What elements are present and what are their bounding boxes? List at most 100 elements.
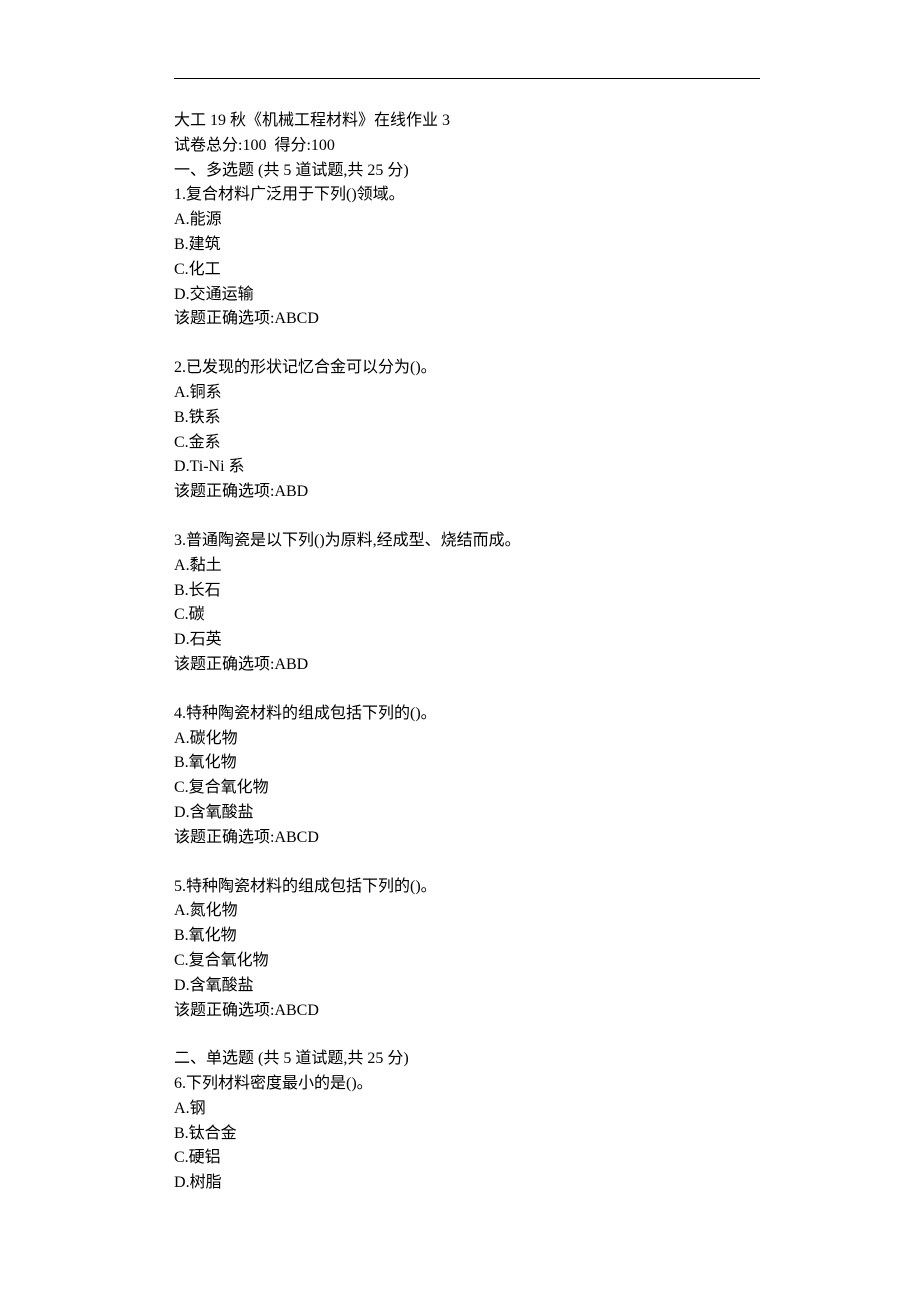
option-label: B — [174, 754, 185, 771]
option-text: 复合氧化物 — [189, 779, 269, 796]
score-line: 试卷总分:100 得分:100 — [174, 134, 760, 159]
answer-value: ABCD — [274, 310, 318, 327]
answer-line: 该题正确选项:ABCD — [174, 826, 760, 851]
blank-line — [174, 505, 760, 529]
option-text: 建筑 — [189, 236, 221, 253]
option-text: 金系 — [189, 434, 221, 451]
option-line: B.铁系 — [174, 406, 760, 431]
option-line: D.树脂 — [174, 1171, 760, 1196]
option-label: A — [174, 384, 186, 401]
option-text: 氧化物 — [189, 754, 237, 771]
option-label: B — [174, 582, 185, 599]
option-text: 钛合金 — [189, 1125, 237, 1142]
question-stem: 6.下列材料密度最小的是()。 — [174, 1072, 760, 1097]
document-page: 大工 19 秋《机械工程材料》在线作业 3 试卷总分:100 得分:100 一、… — [0, 0, 920, 1302]
option-text: 化工 — [189, 261, 221, 278]
answer-value: ABD — [274, 656, 308, 673]
blank-line — [174, 332, 760, 356]
blank-line — [174, 851, 760, 875]
option-label: B — [174, 927, 185, 944]
answer-line: 该题正确选项:ABCD — [174, 999, 760, 1024]
option-text: 含氧酸盐 — [190, 804, 254, 821]
option-line: A.碳化物 — [174, 727, 760, 752]
sections-container: 一、多选题 (共 5 道试题,共 25 分)1.复合材料广泛用于下列()领域。A… — [174, 159, 760, 1196]
option-line: A.钢 — [174, 1097, 760, 1122]
option-text: 石英 — [190, 631, 222, 648]
option-text: 铁系 — [189, 409, 221, 426]
section-heading: 二、单选题 (共 5 道试题,共 25 分) — [174, 1047, 760, 1072]
question-number: 2 — [174, 359, 182, 376]
option-line: C.碳 — [174, 603, 760, 628]
question-text: 复合材料广泛用于下列()领域。 — [186, 186, 405, 203]
option-line: D.石英 — [174, 628, 760, 653]
answer-line: 该题正确选项:ABD — [174, 480, 760, 505]
option-text: Ti-Ni 系 — [190, 458, 245, 475]
answer-line: 该题正确选项:ABCD — [174, 307, 760, 332]
option-label: A — [174, 902, 186, 919]
option-label: D — [174, 458, 186, 475]
answer-label: 该题正确选项: — [174, 310, 274, 327]
question-text: 特种陶瓷材料的组成包括下列的()。 — [186, 705, 437, 722]
option-label: D — [174, 804, 186, 821]
option-line: C.化工 — [174, 258, 760, 283]
answer-label: 该题正确选项: — [174, 483, 274, 500]
option-label: B — [174, 1125, 185, 1142]
option-line: C.金系 — [174, 431, 760, 456]
option-line: B.建筑 — [174, 233, 760, 258]
answer-label: 该题正确选项: — [174, 656, 274, 673]
option-line: A.铜系 — [174, 381, 760, 406]
option-text: 黏土 — [190, 557, 222, 574]
option-label: A — [174, 730, 186, 747]
option-label: C — [174, 779, 185, 796]
blank-line — [174, 678, 760, 702]
answer-label: 该题正确选项: — [174, 829, 274, 846]
option-text: 碳 — [189, 606, 205, 623]
option-label: C — [174, 261, 185, 278]
option-text: 复合氧化物 — [189, 952, 269, 969]
blank-line — [174, 1023, 760, 1047]
question-number: 4 — [174, 705, 182, 722]
answer-value: ABCD — [274, 829, 318, 846]
question-stem: 3.普通陶瓷是以下列()为原料,经成型、烧结而成。 — [174, 529, 760, 554]
question-number: 1 — [174, 186, 182, 203]
question-text: 已发现的形状记忆合金可以分为()。 — [186, 359, 437, 376]
option-line: D.交通运输 — [174, 283, 760, 308]
option-label: D — [174, 1174, 186, 1191]
option-text: 钢 — [190, 1100, 206, 1117]
question-stem: 1.复合材料广泛用于下列()领域。 — [174, 183, 760, 208]
option-text: 含氧酸盐 — [190, 977, 254, 994]
question-text: 下列材料密度最小的是()。 — [186, 1075, 373, 1092]
option-label: A — [174, 1100, 186, 1117]
option-text: 铜系 — [190, 384, 222, 401]
option-label: D — [174, 977, 186, 994]
option-label: A — [174, 557, 186, 574]
document-title: 大工 19 秋《机械工程材料》在线作业 3 — [174, 109, 760, 134]
option-line: B.钛合金 — [174, 1122, 760, 1147]
answer-value: ABD — [274, 483, 308, 500]
option-label: C — [174, 606, 185, 623]
option-line: C.复合氧化物 — [174, 776, 760, 801]
option-text: 长石 — [189, 582, 221, 599]
option-label: D — [174, 631, 186, 648]
option-text: 树脂 — [190, 1174, 222, 1191]
option-line: C.复合氧化物 — [174, 949, 760, 974]
option-text: 硬铝 — [189, 1149, 221, 1166]
option-label: B — [174, 236, 185, 253]
option-line: C.硬铝 — [174, 1146, 760, 1171]
option-text: 氮化物 — [190, 902, 238, 919]
horizontal-rule — [174, 78, 760, 79]
option-line: D.Ti-Ni 系 — [174, 455, 760, 480]
question-number: 5 — [174, 878, 182, 895]
question-text: 特种陶瓷材料的组成包括下列的()。 — [186, 878, 437, 895]
question-number: 6 — [174, 1075, 182, 1092]
option-line: B.氧化物 — [174, 751, 760, 776]
question-stem: 2.已发现的形状记忆合金可以分为()。 — [174, 356, 760, 381]
question-stem: 4.特种陶瓷材料的组成包括下列的()。 — [174, 702, 760, 727]
option-line: A.黏土 — [174, 554, 760, 579]
answer-label: 该题正确选项: — [174, 1002, 274, 1019]
option-label: C — [174, 1149, 185, 1166]
option-text: 能源 — [190, 211, 222, 228]
option-line: A.氮化物 — [174, 899, 760, 924]
answer-value: ABCD — [274, 1002, 318, 1019]
option-label: D — [174, 286, 186, 303]
